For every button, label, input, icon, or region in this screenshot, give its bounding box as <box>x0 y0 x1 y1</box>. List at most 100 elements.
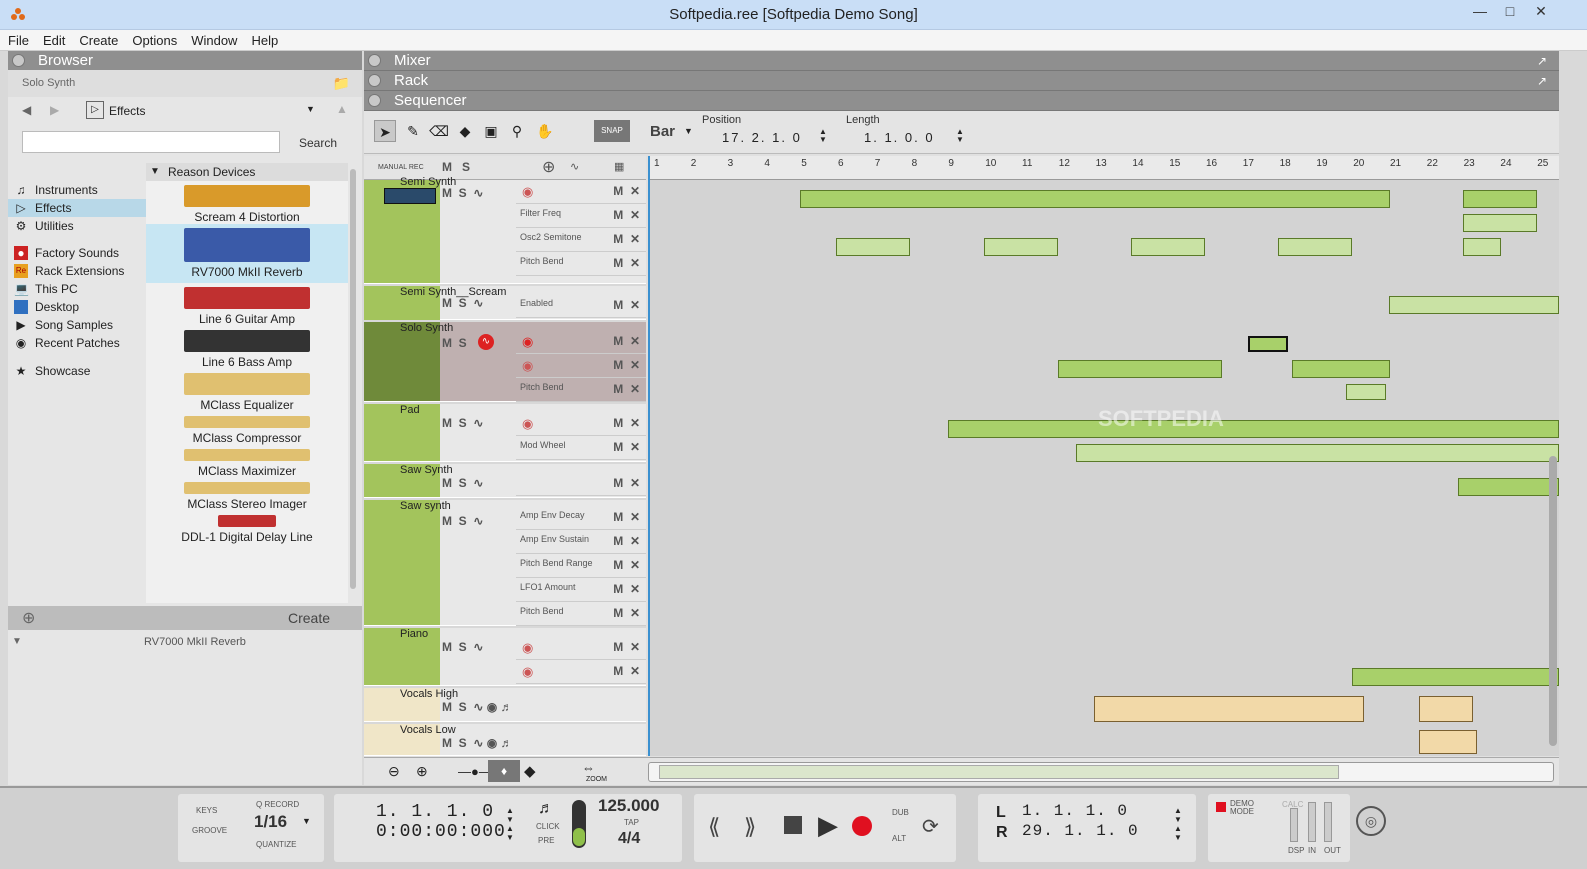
note-lane[interactable]: ◉ M ✕ <box>516 660 646 684</box>
create-bar[interactable]: ⊕ Create <box>8 606 362 630</box>
quantize-dropdown-icon[interactable]: ▼ <box>302 816 311 826</box>
location-effects[interactable]: ▷ Effects <box>8 199 146 217</box>
back-arrow-icon[interactable]: ◀ <box>22 103 31 117</box>
device-mclass-imager[interactable]: MClass Stereo Imager <box>146 478 348 511</box>
note-lane[interactable]: ◉ M ✕ <box>516 354 646 378</box>
device-ddl1[interactable]: DDL-1 Digital Delay Line <box>146 511 348 544</box>
close-button[interactable]: ✕ <box>1517 0 1565 24</box>
automation-icon[interactable]: ∿ <box>570 160 579 173</box>
position-stepper-icon[interactable]: ▲ ▼ ▲ ▼ <box>506 806 514 842</box>
click-button[interactable]: CLICK <box>536 822 560 831</box>
add-icon[interactable]: ⊕ <box>22 608 35 628</box>
select-tool-icon[interactable]: ➤ <box>374 120 396 142</box>
track-name[interactable]: Vocals High <box>400 688 458 700</box>
automation-clip[interactable] <box>984 238 1058 256</box>
up-arrow-icon[interactable]: ▲ <box>336 102 348 116</box>
automation-lane[interactable]: Pitch Bend M ✕ <box>516 378 646 402</box>
menu-options[interactable]: Options <box>124 30 183 48</box>
record-enable-icon[interactable]: ◉ <box>522 334 533 350</box>
location-utilities[interactable]: ⚙ Utilities <box>8 217 146 235</box>
arrange-view[interactable]: 1 2 3 4 5 6 7 8 9 10 11 12 13 14 15 16 17 18 19 20 21 22 23 24 2… <box>648 156 1559 756</box>
automation-lane[interactable]: Amp Env Decay M ✕ <box>516 506 646 530</box>
note-lane[interactable]: ◉ M ✕ <box>516 412 646 436</box>
rack-header[interactable]: Rack ↗ <box>364 71 1559 91</box>
location-song-samples[interactable]: ▶ Song Samples <box>8 316 146 334</box>
expand-icon[interactable]: ↗ <box>1537 71 1547 91</box>
zoom-out-icon[interactable]: ⊖ <box>388 763 400 780</box>
location-factory-sounds[interactable]: ● Factory Sounds <box>8 244 146 262</box>
mixer-header[interactable]: Mixer ↗ <box>364 51 1559 71</box>
zoom-in-icon[interactable]: ⊕ <box>416 763 428 780</box>
track-pad[interactable]: Pad M S ∿ ◉ M ✕ Mod Wheel M ✕ <box>364 404 646 462</box>
menu-create[interactable]: Create <box>71 30 124 48</box>
reason-home-icon[interactable]: ◎ <box>1356 806 1386 836</box>
track-name[interactable]: Saw Synth <box>400 464 453 476</box>
tempo-value[interactable]: 125.000 <box>598 796 659 816</box>
track-solo-synth[interactable]: Solo Synth M S ∿ ◉ M ✕ ◉ M ✕ Pitch Bend M ✕ <box>364 322 646 402</box>
track-saw-synth-2[interactable]: Saw synth M S ∿ Amp Env Decay M ✕ Amp Env… <box>364 500 646 626</box>
record-enable-icon[interactable]: ◉ <box>522 184 533 200</box>
device-mclass-comp[interactable]: MClass Compressor <box>146 412 348 445</box>
automation-lane[interactable]: Pitch Bend M ✕ <box>516 602 646 626</box>
track-name[interactable]: Vocals Low <box>400 724 456 736</box>
track-mute-solo[interactable]: M S ∿ <box>442 476 483 490</box>
lane-mute-delete[interactable]: M ✕ <box>613 298 640 312</box>
lane-mute-delete[interactable]: M ✕ <box>613 382 640 396</box>
automation-clip[interactable] <box>1076 444 1559 462</box>
automation-clip[interactable] <box>1463 238 1501 256</box>
track-vocals-low[interactable]: Vocals Low M S ∿ ◉ ♬ <box>364 724 646 756</box>
track-vocals-high[interactable]: Vocals High M S ∿ ◉ ♬ <box>364 688 646 722</box>
song-position[interactable]: 1. 1. 1. 0 <box>376 802 494 822</box>
play-icon[interactable]: ▶ <box>818 810 838 841</box>
waveform-medium-icon[interactable]: ♦ <box>488 760 520 782</box>
automation-lane[interactable]: Enabled M ✕ <box>516 294 646 318</box>
folder-icon[interactable]: 📁 <box>333 70 350 97</box>
device-mclass-eq[interactable]: MClass Equalizer <box>146 369 348 412</box>
lane-mute-delete[interactable]: M ✕ <box>613 256 640 270</box>
device-line6-bass[interactable]: Line 6 Bass Amp <box>146 326 348 369</box>
minimize-button[interactable]: — <box>1465 0 1495 24</box>
razor-tool-icon[interactable]: ◆ <box>454 120 476 142</box>
stop-icon[interactable] <box>784 816 802 834</box>
track-mute-solo[interactable]: M S ∿ ◉ ♬ <box>442 736 513 750</box>
menu-edit[interactable]: Edit <box>35 30 71 48</box>
track-mute-solo[interactable]: M S ∿ <box>442 416 483 430</box>
lane-mute-delete[interactable]: M ✕ <box>613 440 640 454</box>
location-desktop[interactable]: Desktop <box>8 298 146 316</box>
pre-button[interactable]: PRE <box>538 836 554 845</box>
location-instruments[interactable]: ♫ Instruments <box>8 181 146 199</box>
loop-icon[interactable]: ⟳ <box>922 814 939 839</box>
click-level-slider[interactable] <box>572 800 586 848</box>
song-position-marker[interactable] <box>648 156 650 756</box>
collapse-icon[interactable]: ▼ <box>150 163 160 181</box>
lane-mute-delete[interactable]: M ✕ <box>613 534 640 548</box>
device-line6-guitar[interactable]: Line 6 Guitar Amp <box>146 283 348 326</box>
automation-lane[interactable]: Mod Wheel M ✕ <box>516 436 646 460</box>
browser-header[interactable]: Browser <box>8 51 362 70</box>
right-locator-value[interactable]: 29. 1. 1. 0 <box>1022 822 1139 840</box>
automation-clip[interactable] <box>1131 238 1205 256</box>
track-piano[interactable]: Piano M S ∿ ◉ M ✕ ◉ M ✕ <box>364 628 646 686</box>
automation-lane[interactable]: Filter Freq M ✕ <box>516 204 646 228</box>
lane-mute-delete[interactable]: M ✕ <box>613 640 640 654</box>
automation-clip[interactable] <box>1278 238 1352 256</box>
automation-lane[interactable]: Osc2 Semitone M ✕ <box>516 228 646 252</box>
menu-window[interactable]: Window <box>183 30 243 48</box>
position-value[interactable]: 17. 2. 1. 0 <box>722 130 802 145</box>
note-clip[interactable] <box>1058 360 1222 378</box>
note-clip[interactable] <box>800 190 1390 208</box>
left-locator-value[interactable]: 1. 1. 1. 0 <box>1022 802 1128 820</box>
hand-tool-icon[interactable]: ✋ <box>534 120 556 142</box>
track-mute-solo[interactable]: M S ∿ <box>442 640 483 654</box>
record-button-icon[interactable] <box>852 816 872 836</box>
location-showcase[interactable]: ★ Showcase <box>8 362 146 380</box>
fast-forward-icon[interactable]: ⟫ <box>744 814 756 840</box>
record-enable-icon[interactable]: ◉ <box>522 358 533 374</box>
overview-scrollbar[interactable] <box>648 762 1554 782</box>
track-mute-solo[interactable]: M S ∿ ◉ ♬ <box>442 700 513 714</box>
time-signature[interactable]: 4/4 <box>618 830 640 848</box>
position-stepper-icon[interactable]: ▲ ▼ <box>819 128 827 144</box>
lane-mute-delete[interactable]: M ✕ <box>613 358 640 372</box>
solo-all-button[interactable]: S <box>462 160 470 174</box>
track-mute-solo[interactable]: M S ∿ <box>442 186 483 200</box>
